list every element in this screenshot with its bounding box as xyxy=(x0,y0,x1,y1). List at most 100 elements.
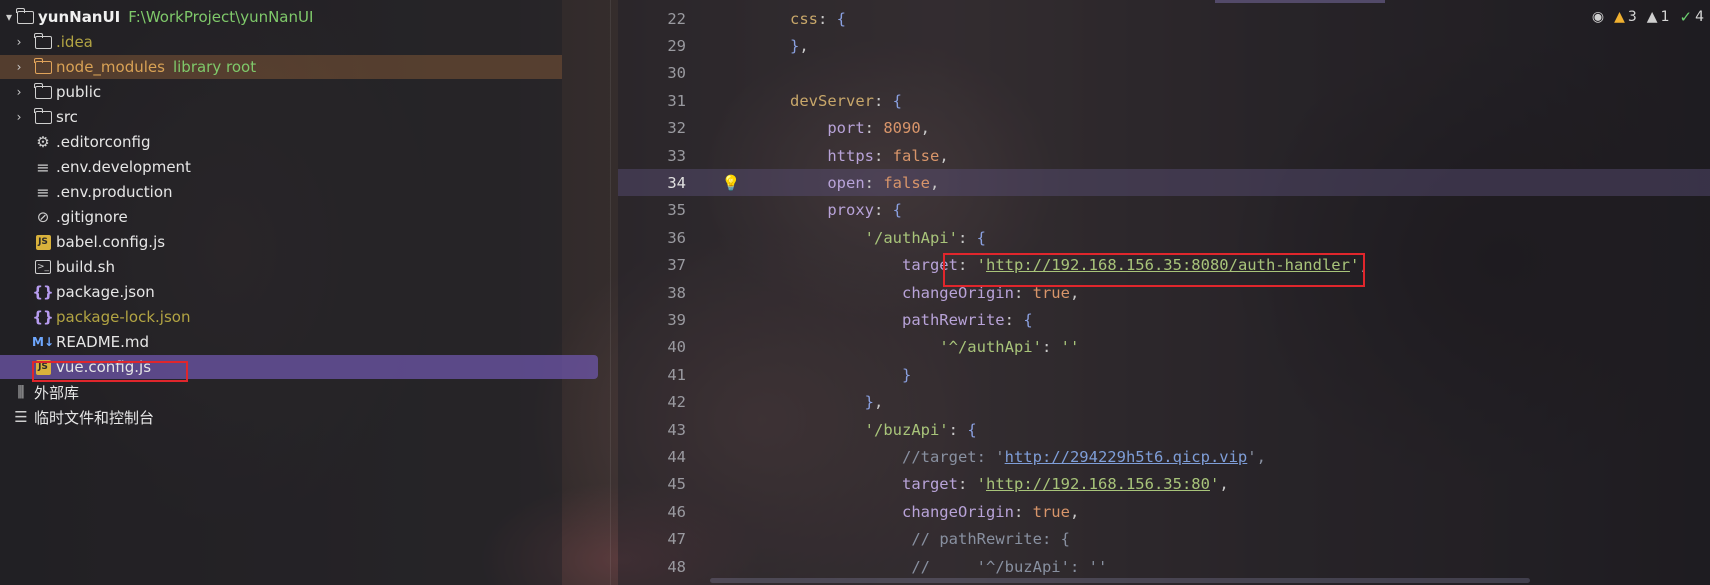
line-number[interactable]: 45 xyxy=(618,475,696,493)
code-text[interactable]: target: 'http://192.168.156.35:80', xyxy=(766,475,1229,493)
tree-item[interactable]: › src xyxy=(0,105,562,129)
code-line[interactable]: 35 proxy: { xyxy=(618,197,1710,224)
code-line[interactable]: 22 css: { xyxy=(618,5,1710,32)
code-line[interactable]: 45 target: 'http://192.168.156.35:80', xyxy=(618,471,1710,498)
code-text[interactable]: // '^/buzApi': '' xyxy=(766,558,1107,576)
project-root-name: yunNanUI xyxy=(38,8,121,26)
line-number[interactable]: 30 xyxy=(618,64,696,82)
code-text[interactable]: changeOrigin: true, xyxy=(766,503,1079,521)
code-text[interactable]: }, xyxy=(766,393,884,411)
line-number[interactable]: 47 xyxy=(618,530,696,548)
code-text[interactable]: '/buzApi': { xyxy=(766,421,977,439)
code-text[interactable]: } xyxy=(766,366,911,384)
code-line[interactable]: 44 //target: 'http://294229h5t6.qicp.vip… xyxy=(618,443,1710,470)
tree-item[interactable]: JS babel.config.js xyxy=(0,230,562,254)
chevron-right-icon[interactable]: › xyxy=(12,35,26,49)
code-editor[interactable]: 22 css: { 29}, 30 31 devServer: { 32 port: 809… xyxy=(618,0,1710,585)
code-line[interactable]: 47 // pathRewrite: { xyxy=(618,526,1710,553)
tree-item[interactable]: ⊘ .gitignore xyxy=(0,205,562,229)
tree-item[interactable]: {} package-lock.json xyxy=(0,305,562,329)
code-line[interactable]: 42 }, xyxy=(618,389,1710,416)
code-line[interactable]: 40 '^/authApi': '' xyxy=(618,334,1710,361)
code-line[interactable]: 39 pathRewrite: { xyxy=(618,306,1710,333)
line-number[interactable]: 37 xyxy=(618,256,696,274)
inspection-widget[interactable]: ◉ ▲ 3 ▲ 1 ✓ 4 xyxy=(1592,8,1704,26)
chevron-right-icon[interactable]: › xyxy=(12,110,26,124)
code-token: , xyxy=(939,146,949,165)
ok-count[interactable]: ✓ 4 xyxy=(1680,8,1705,26)
code-text[interactable]: https: false, xyxy=(766,146,949,165)
tree-item[interactable]: › .idea xyxy=(0,30,562,54)
code-text[interactable]: port: 8090, xyxy=(766,119,930,137)
code-line[interactable]: 43 '/buzApi': { xyxy=(618,416,1710,443)
tree-item[interactable]: ⚙ .editorconfig xyxy=(0,130,562,154)
code-token: : xyxy=(874,146,893,165)
scratches-and-consoles[interactable]: ☰ 临时文件和控制台 xyxy=(0,405,562,429)
code-token: target xyxy=(901,475,958,494)
chevron-right-icon[interactable]: › xyxy=(12,85,26,99)
code-text[interactable]: '/authApi': { xyxy=(766,229,986,247)
code-text[interactable]: css: { xyxy=(766,10,846,28)
warning-icon: ▲ xyxy=(1614,9,1625,25)
code-line[interactable]: 32 port: 8090, xyxy=(618,115,1710,142)
external-libraries[interactable]: ⫼ 外部库 xyxy=(0,380,562,404)
tree-item-label: src xyxy=(56,108,78,126)
editor-divider[interactable] xyxy=(610,0,611,585)
code-line[interactable]: 29}, xyxy=(618,32,1710,59)
tree-item[interactable]: {} package.json xyxy=(0,280,562,304)
code-text[interactable]: proxy: { xyxy=(766,201,902,219)
code-line[interactable]: 34 💡 open: false, xyxy=(618,169,1710,197)
code-text[interactable]: //target: 'http://294229h5t6.qicp.vip', xyxy=(766,448,1266,466)
code-text[interactable]: // pathRewrite: { xyxy=(766,530,1070,548)
intention-bulb-icon[interactable]: 💡 xyxy=(696,174,766,192)
project-root[interactable]: ▾ yunNanUI F:\WorkProject\yunNanUI xyxy=(0,5,562,29)
line-number[interactable]: 36 xyxy=(618,229,696,247)
line-number[interactable]: 44 xyxy=(618,448,696,466)
horizontal-scrollbar[interactable] xyxy=(710,578,1530,583)
line-number[interactable]: 32 xyxy=(618,119,696,137)
tree-item[interactable]: › public xyxy=(0,80,562,104)
weak-warnings-count[interactable]: ▲ 1 xyxy=(1647,9,1670,25)
code-token: : xyxy=(948,420,968,439)
tree-item[interactable]: ≡ .env.production xyxy=(0,180,562,204)
code-line[interactable]: 33 https: false, xyxy=(618,142,1710,169)
tree-item[interactable]: ≡ .env.development xyxy=(0,155,562,179)
tree-item[interactable]: >_ build.sh xyxy=(0,255,562,279)
code-token: http://192.168.156.35:80 xyxy=(986,475,1210,494)
code-text[interactable]: '^/authApi': '' xyxy=(766,338,1079,356)
line-number[interactable]: 41 xyxy=(618,366,696,384)
chevron-down-icon[interactable]: ▾ xyxy=(2,10,16,24)
code-line[interactable]: 48 // '^/buzApi': '' xyxy=(618,553,1710,580)
line-number[interactable]: 42 xyxy=(618,393,696,411)
code-token: : xyxy=(1013,502,1033,521)
code-line[interactable]: 41 } xyxy=(618,361,1710,388)
tree-item[interactable]: › node_modules library root xyxy=(0,55,562,79)
code-text[interactable]: open: false, xyxy=(766,174,939,192)
line-number[interactable]: 33 xyxy=(618,147,696,165)
code-text[interactable]: devServer: { xyxy=(766,92,902,110)
line-number[interactable]: 40 xyxy=(618,338,696,356)
line-number[interactable]: 48 xyxy=(618,558,696,576)
code-line[interactable]: 30 xyxy=(618,60,1710,87)
code-text[interactable]: }, xyxy=(766,37,809,55)
line-number[interactable]: 46 xyxy=(618,503,696,521)
warnings-count[interactable]: ▲ 3 xyxy=(1614,9,1637,25)
line-number[interactable]: 39 xyxy=(618,311,696,329)
line-number[interactable]: 38 xyxy=(618,284,696,302)
code-line[interactable]: 31 devServer: { xyxy=(618,87,1710,114)
reader-mode-eye-icon[interactable]: ◉ xyxy=(1592,9,1604,25)
tree-item[interactable]: M↓ README.md xyxy=(0,330,562,354)
code-token: '' xyxy=(1060,338,1080,357)
line-number[interactable]: 31 xyxy=(618,92,696,110)
line-number[interactable]: 43 xyxy=(618,421,696,439)
chevron-right-icon[interactable]: › xyxy=(12,60,26,74)
line-number[interactable]: 34 xyxy=(618,174,696,192)
line-number[interactable]: 29 xyxy=(618,37,696,55)
code-line[interactable]: 36 '/authApi': { xyxy=(618,224,1710,251)
line-number[interactable]: 22 xyxy=(618,10,696,28)
line-number[interactable]: 35 xyxy=(618,201,696,219)
code-line[interactable]: 46 changeOrigin: true, xyxy=(618,498,1710,525)
code-text[interactable]: pathRewrite: { xyxy=(766,311,1033,329)
